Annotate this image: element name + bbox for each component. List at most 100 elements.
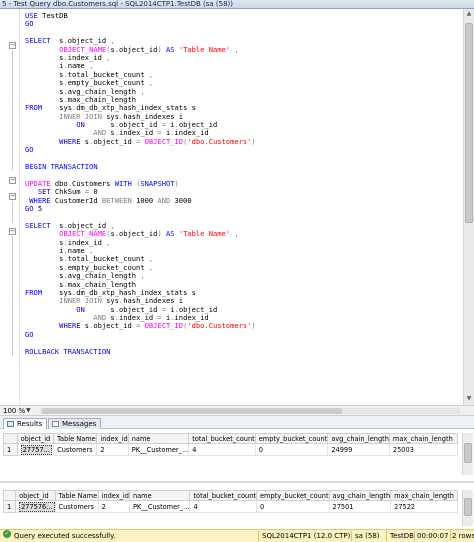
- grid-cell[interactable]: 4: [189, 500, 257, 513]
- scroll-up-arrow-icon[interactable]: ▲: [464, 9, 474, 19]
- selected-cell-value: 27757...: [20, 444, 52, 455]
- grid-cell[interactable]: 4: [188, 443, 256, 456]
- grid-cell[interactable]: Customers: [53, 443, 98, 456]
- collapse-begin-transaction-icon[interactable]: −: [9, 177, 16, 184]
- code-lines: USE TestDB GO SELECT s.object_id , OBJECT…: [25, 11, 256, 356]
- grid-cell[interactable]: Customers: [54, 500, 99, 513]
- tab-results[interactable]: Results: [3, 418, 48, 429]
- grid-cell[interactable]: 27757...: [16, 443, 55, 456]
- success-check-icon: ✓: [3, 530, 11, 538]
- status-divider: [351, 531, 352, 541]
- grid-cell[interactable]: PK__Customer_...: [127, 443, 190, 456]
- code-line[interactable]: GO 5: [25, 203, 256, 213]
- tab-messages[interactable]: Messages: [48, 418, 102, 429]
- zoom-dropdown-icon[interactable]: ▼: [26, 406, 31, 416]
- code-token: ,: [140, 271, 145, 281]
- column-header[interactable]: object_id: [16, 433, 55, 444]
- scroll-down-arrow-icon[interactable]: ▼: [464, 394, 474, 404]
- query-editor[interactable]: − − − − USE TestDB GO SELECT s.object_id …: [0, 9, 463, 405]
- code-token: TestDB: [42, 11, 68, 20]
- table-row[interactable]: 1 277576... Customers 2 PK__Customer_... 4 0 27…: [2, 500, 458, 513]
- column-header[interactable]: name: [127, 433, 190, 444]
- collapse-select-1-icon[interactable]: −: [9, 42, 16, 49]
- status-divider: [386, 531, 387, 541]
- messages-icon: [52, 421, 59, 427]
- code-token: 5: [33, 203, 43, 213]
- collapse-select-2-icon[interactable]: −: [9, 228, 16, 235]
- code-token: WITH: [114, 178, 132, 188]
- column-header[interactable]: avg_chain_length: [327, 433, 390, 444]
- column-header[interactable]: max_chain_length: [390, 490, 458, 501]
- grid-cell[interactable]: 0: [255, 500, 330, 513]
- results-tabs: Results Messages: [0, 416, 474, 429]
- results-grid-1-scrollbar[interactable]: [462, 433, 473, 475]
- status-elapsed: 00:00:07: [417, 532, 449, 540]
- results-grid-2-scroll-thumb[interactable]: [464, 498, 472, 516]
- fold-line: [12, 201, 13, 223]
- collapse-update-icon[interactable]: −: [9, 193, 16, 200]
- code-token: ,: [230, 229, 239, 239]
- column-header[interactable]: total_bucket_count: [188, 433, 256, 444]
- column-header[interactable]: total_bucket_count: [189, 490, 257, 501]
- editor-scroll-thumb[interactable]: [465, 23, 473, 223]
- column-header[interactable]: name: [128, 490, 191, 501]
- row-number-header: [3, 433, 18, 444]
- code-line[interactable]: GO: [25, 146, 256, 154]
- fold-line: [12, 50, 13, 170]
- code-token: 'dbo.Customers': [187, 136, 252, 146]
- results-grid-2-scrollbar[interactable]: [462, 490, 473, 526]
- code-token: 'Table Name': [178, 229, 231, 239]
- column-header[interactable]: Table Name: [54, 490, 99, 501]
- column-header[interactable]: index_id: [97, 490, 130, 501]
- results-grid-2[interactable]: object_id Table Name index_id name total_buc…: [2, 490, 458, 513]
- code-line[interactable]: ROLLBACK TRANSACTION: [25, 347, 256, 356]
- grid-cell[interactable]: 25003: [388, 443, 459, 456]
- grid-header-row: object_id Table Name index_id name total_buc…: [2, 490, 458, 501]
- code-line[interactable]: USE TestDB: [25, 11, 256, 20]
- row-number: 1: [2, 500, 17, 513]
- column-header[interactable]: Table Name: [53, 433, 98, 444]
- status-database: TestDB: [390, 532, 414, 540]
- editor-vertical-scrollbar[interactable]: ▲ ▼: [463, 9, 474, 405]
- zoom-level[interactable]: 100 %: [3, 406, 25, 416]
- code-line[interactable]: GO: [25, 20, 256, 28]
- code-token: WHERE: [59, 136, 81, 146]
- code-token: 'dbo.Customers': [187, 321, 252, 331]
- code-token: BEGIN TRANSACTION: [25, 162, 98, 172]
- grid-cell[interactable]: 2: [96, 443, 129, 456]
- column-header[interactable]: empty_bucket_count: [255, 490, 330, 501]
- code-token: SNAPSHOT: [140, 178, 175, 188]
- grid-cell[interactable]: PK__Customer_...: [128, 500, 191, 513]
- grid-cell[interactable]: 0: [254, 443, 329, 456]
- code-line[interactable]: WHERE CustomerId BETWEEN 1000 AND 3000: [25, 195, 256, 205]
- grid-cell[interactable]: 27501: [328, 500, 392, 513]
- results-grid-1[interactable]: object_id Table Name index_id name total_buc…: [3, 433, 459, 456]
- selected-cell-value: 277576...: [19, 501, 55, 512]
- column-header[interactable]: max_chain_length: [388, 433, 459, 444]
- horizontal-scroll-thumb[interactable]: [42, 408, 342, 414]
- column-header[interactable]: avg_chain_length: [328, 490, 392, 501]
- zoom-bar: 100 % ▼: [0, 405, 474, 416]
- grid-cell[interactable]: 27522: [390, 500, 458, 513]
- grid-cell[interactable]: 277576...: [15, 500, 56, 513]
- code-token: s: [80, 321, 90, 331]
- code-token: OBJECT_ID: [144, 321, 184, 331]
- code-line[interactable]: BEGIN TRANSACTION: [25, 162, 256, 172]
- grid-cell[interactable]: 2: [97, 500, 130, 513]
- grid-cell[interactable]: 24999: [327, 443, 390, 456]
- table-row[interactable]: 1 27757... Customers 2 PK__Customer_... 4 0 249…: [3, 443, 459, 456]
- editor-gutter: − − − −: [0, 9, 20, 405]
- code-token: 1000: [131, 195, 158, 205]
- row-number: 1: [3, 443, 18, 456]
- code-line[interactable]: WHERE s.object_id = OBJECT_ID('dbo.Custo…: [25, 322, 256, 330]
- code-line[interactable]: WHERE s.object_id = OBJECT_ID('dbo.Custo…: [25, 136, 256, 146]
- code-line[interactable]: GO: [25, 330, 256, 339]
- results-grid-1-scroll-thumb[interactable]: [464, 443, 472, 463]
- column-header[interactable]: object_id: [15, 490, 56, 501]
- editor-horizontal-scrollbar[interactable]: [40, 408, 460, 414]
- status-divider: [450, 531, 451, 541]
- code-token: ,: [106, 237, 111, 247]
- column-header[interactable]: index_id: [96, 433, 129, 444]
- column-header[interactable]: empty_bucket_count: [254, 433, 329, 444]
- code-token: ,: [140, 86, 145, 96]
